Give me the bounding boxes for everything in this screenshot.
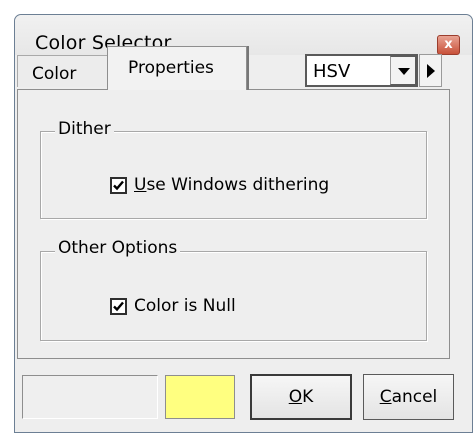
color-is-null-label[interactable]: Color is Null [134, 296, 236, 316]
dither-group-legend: Dither [55, 119, 114, 139]
color-model-value: HSV [313, 61, 351, 82]
dithering-mnemonic: U [134, 175, 147, 195]
checkmark-icon [113, 180, 124, 191]
cancel-button[interactable]: Cancel [363, 374, 454, 420]
use-windows-dithering-checkbox[interactable] [110, 177, 127, 194]
cancel-label-rest: ancel [391, 387, 438, 407]
color-is-null-checkbox[interactable] [110, 298, 127, 315]
current-color-swatch [165, 375, 235, 419]
tab-color-label: Color [32, 64, 77, 84]
tab-properties[interactable]: Properties [107, 46, 247, 90]
tab-color[interactable]: Color [17, 55, 108, 87]
dithering-label-rest: se Windows dithering [146, 175, 330, 195]
close-button[interactable]: x [437, 35, 460, 55]
other-options-legend: Other Options [55, 238, 181, 258]
ok-button[interactable]: OK [250, 374, 352, 420]
chevron-down-icon[interactable] [390, 56, 416, 85]
chevron-right-icon[interactable] [419, 54, 442, 87]
close-icon: x [444, 37, 453, 52]
use-windows-dithering-label[interactable]: Use Windows dithering [134, 175, 329, 195]
cancel-mnemonic: C [379, 387, 392, 407]
previous-color-swatch [22, 375, 158, 419]
tab-properties-label: Properties [128, 58, 214, 78]
checkmark-icon [113, 301, 124, 312]
ok-mnemonic: O [288, 387, 303, 407]
color-model-select[interactable]: HSV [305, 54, 418, 87]
ok-label-rest: K [302, 387, 314, 407]
